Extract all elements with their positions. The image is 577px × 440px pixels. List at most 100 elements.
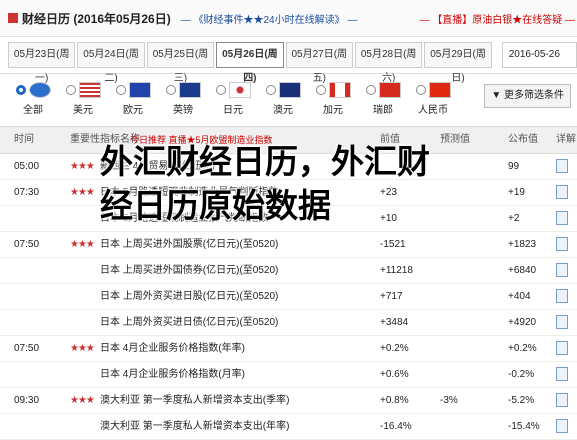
- row-previous: [380, 154, 440, 179]
- title-bar: 财经日历 (2016年05月26日) — 《财经事件★★24小时在线解读》 — …: [0, 0, 577, 37]
- row-detail: [556, 336, 577, 361]
- row-previous: +11218: [380, 265, 413, 276]
- col-time: 时间: [14, 134, 34, 145]
- row-actual: +19: [508, 187, 525, 198]
- date-tab[interactable]: 05月23日(周一): [8, 42, 76, 84]
- uk-flag-icon: [178, 82, 201, 98]
- radio[interactable]: [165, 85, 176, 95]
- detail-chart-icon[interactable]: [556, 315, 568, 330]
- radio[interactable]: [215, 85, 226, 95]
- row-time: 07:30: [14, 187, 40, 198]
- country-filter-eur[interactable]: 欧元: [108, 82, 158, 116]
- row-importance-stars: [70, 284, 100, 309]
- header-highlight-link[interactable]: 今日推荐 直播★5月欧盟制造业指数: [130, 127, 273, 153]
- date-tab[interactable]: 05月28日(周六): [354, 42, 423, 84]
- row-detail: [556, 414, 577, 439]
- row-actual: +2: [508, 213, 520, 224]
- row-indicator: 日本 上周买进外国债券(亿日元)(至0520): [100, 265, 279, 276]
- date-input[interactable]: 2016-05-26: [501, 42, 577, 68]
- date-tab[interactable]: 05月29日(周日): [424, 42, 492, 84]
- row-detail: [556, 258, 577, 283]
- row-detail: [556, 154, 577, 179]
- radio[interactable]: [65, 85, 76, 95]
- table-row[interactable]: 07:30 ★★★ 日本 5月路透短观非制造业景气判断指数 +23 +19: [0, 180, 577, 206]
- table-row[interactable]: 澳大利亚 第一季度私人新增资本支出(年率) -16.4% -15.4%: [0, 414, 577, 440]
- row-time: [0, 206, 70, 231]
- date-tab[interactable]: 05月25日(周三): [146, 42, 215, 84]
- country-filter-gbp[interactable]: 英镑: [158, 82, 208, 116]
- radio[interactable]: [265, 85, 276, 95]
- table-row[interactable]: 05:00 ★★★ 新西兰 4月贸易帐(亿纽元) 99: [0, 154, 577, 180]
- detail-chart-icon[interactable]: [556, 237, 568, 252]
- detail-chart-icon[interactable]: [556, 419, 568, 434]
- col-forecast: 预测值: [440, 134, 470, 145]
- page-title: 财经日历 (2016年05月26日): [22, 11, 171, 26]
- table-row[interactable]: 07:50 ★★★ 日本 4月企业服务价格指数(年率) +0.2% +0.2%: [0, 336, 577, 362]
- country-label: 日元: [223, 105, 243, 116]
- country-label: 英镑: [173, 105, 193, 116]
- table-row[interactable]: 日本 5月路透短观制造业景气判断指数 +10 +2: [0, 206, 577, 232]
- globe-icon: [28, 82, 51, 98]
- country-label: 澳元: [273, 105, 293, 116]
- table-row[interactable]: 09:30 ★★★ 澳大利亚 第一季度私人新增资本支出(季率) +0.8% -3% -5.…: [0, 388, 577, 414]
- radio[interactable]: [315, 85, 326, 95]
- table-row[interactable]: 07:50 ★★★ 日本 上周买进外国股票(亿日元)(至0520) -1521 +182…: [0, 232, 577, 258]
- country-filter-jpy[interactable]: 日元: [208, 82, 258, 116]
- swiss-flag-icon: [378, 82, 401, 98]
- row-importance-stars: [70, 362, 100, 387]
- row-time: [0, 258, 70, 283]
- promo-link-events[interactable]: — 《财经事件★★24小时在线解读》 —: [181, 11, 358, 26]
- col-detail: 详解: [556, 134, 576, 145]
- country-label: 欧元: [123, 105, 143, 116]
- row-importance-stars: [70, 206, 100, 231]
- table-row[interactable]: 日本 上周外资买进日债(亿日元)(至0520) +3484 +4920: [0, 310, 577, 336]
- country-filter-usd[interactable]: 美元: [58, 82, 108, 116]
- detail-chart-icon[interactable]: [556, 263, 568, 278]
- more-filters-button[interactable]: ▼ 更多筛选条件: [484, 84, 571, 108]
- row-indicator: 日本 5月路透短观非制造业景气判断指数: [100, 187, 279, 198]
- table-row[interactable]: 日本 4月企业服务价格指数(月率) +0.6% -0.2%: [0, 362, 577, 388]
- row-forecast: -3%: [440, 395, 458, 406]
- country-filter-chf[interactable]: 瑞郎: [358, 82, 408, 116]
- table-row[interactable]: 日本 上周买进外国债券(亿日元)(至0520) +11218 +6840: [0, 258, 577, 284]
- detail-chart-icon[interactable]: [556, 185, 568, 200]
- table-row[interactable]: 日本 上周外资买进日股(亿日元)(至0520) +717 +404: [0, 284, 577, 310]
- radio[interactable]: [115, 85, 126, 95]
- detail-chart-icon[interactable]: [556, 289, 568, 304]
- detail-chart-icon[interactable]: [556, 211, 568, 226]
- date-tab[interactable]: 05月24日(周二): [77, 42, 145, 84]
- radio-selected[interactable]: [15, 85, 26, 95]
- detail-chart-icon[interactable]: [556, 159, 568, 174]
- row-forecast: [440, 206, 508, 231]
- row-importance-stars: ★★★: [70, 343, 95, 354]
- promo-link-live[interactable]: — 【直播】原油白银★在线答疑 —: [419, 11, 575, 26]
- row-time: [0, 310, 70, 335]
- row-importance-stars: ★★★: [70, 395, 95, 406]
- row-time: [0, 284, 70, 309]
- row-time: 07:50: [14, 343, 40, 354]
- calendar-logo-icon: [8, 13, 18, 23]
- date-tab[interactable]: 05月27日(周五): [285, 42, 353, 84]
- table-body: 05:00 ★★★ 新西兰 4月贸易帐(亿纽元) 99 07:30 ★★★ 日本 5月路透短…: [0, 154, 577, 440]
- detail-chart-icon[interactable]: [556, 393, 568, 408]
- radio[interactable]: [415, 85, 426, 95]
- row-actual: -15.4%: [508, 421, 540, 432]
- country-filter-aud[interactable]: 澳元: [258, 82, 308, 116]
- country-label: 美元: [73, 105, 93, 116]
- row-detail: [556, 284, 577, 309]
- detail-chart-icon[interactable]: [556, 341, 568, 356]
- date-tab-active[interactable]: 05月26日(周四): [216, 42, 284, 84]
- country-filter-all[interactable]: 全部: [8, 82, 58, 116]
- country-filter-cad[interactable]: 加元: [308, 82, 358, 116]
- row-forecast: [440, 362, 508, 387]
- row-importance-stars: ★★★: [70, 239, 95, 250]
- row-forecast: [440, 310, 508, 335]
- row-previous: +0.8%: [380, 395, 409, 406]
- country-filter-cny[interactable]: 人民币: [408, 82, 458, 116]
- country-filter-bar: 全部 美元 欧元 英镑 日元 澳元 加元 瑞郎 人民币 ▼ 更多筛选条件: [0, 74, 577, 127]
- row-forecast: [440, 258, 508, 283]
- detail-chart-icon[interactable]: [556, 367, 568, 382]
- more-filters-label: 更多筛选条件: [504, 90, 564, 101]
- row-importance-stars: ★★★: [70, 161, 95, 172]
- radio[interactable]: [365, 85, 376, 95]
